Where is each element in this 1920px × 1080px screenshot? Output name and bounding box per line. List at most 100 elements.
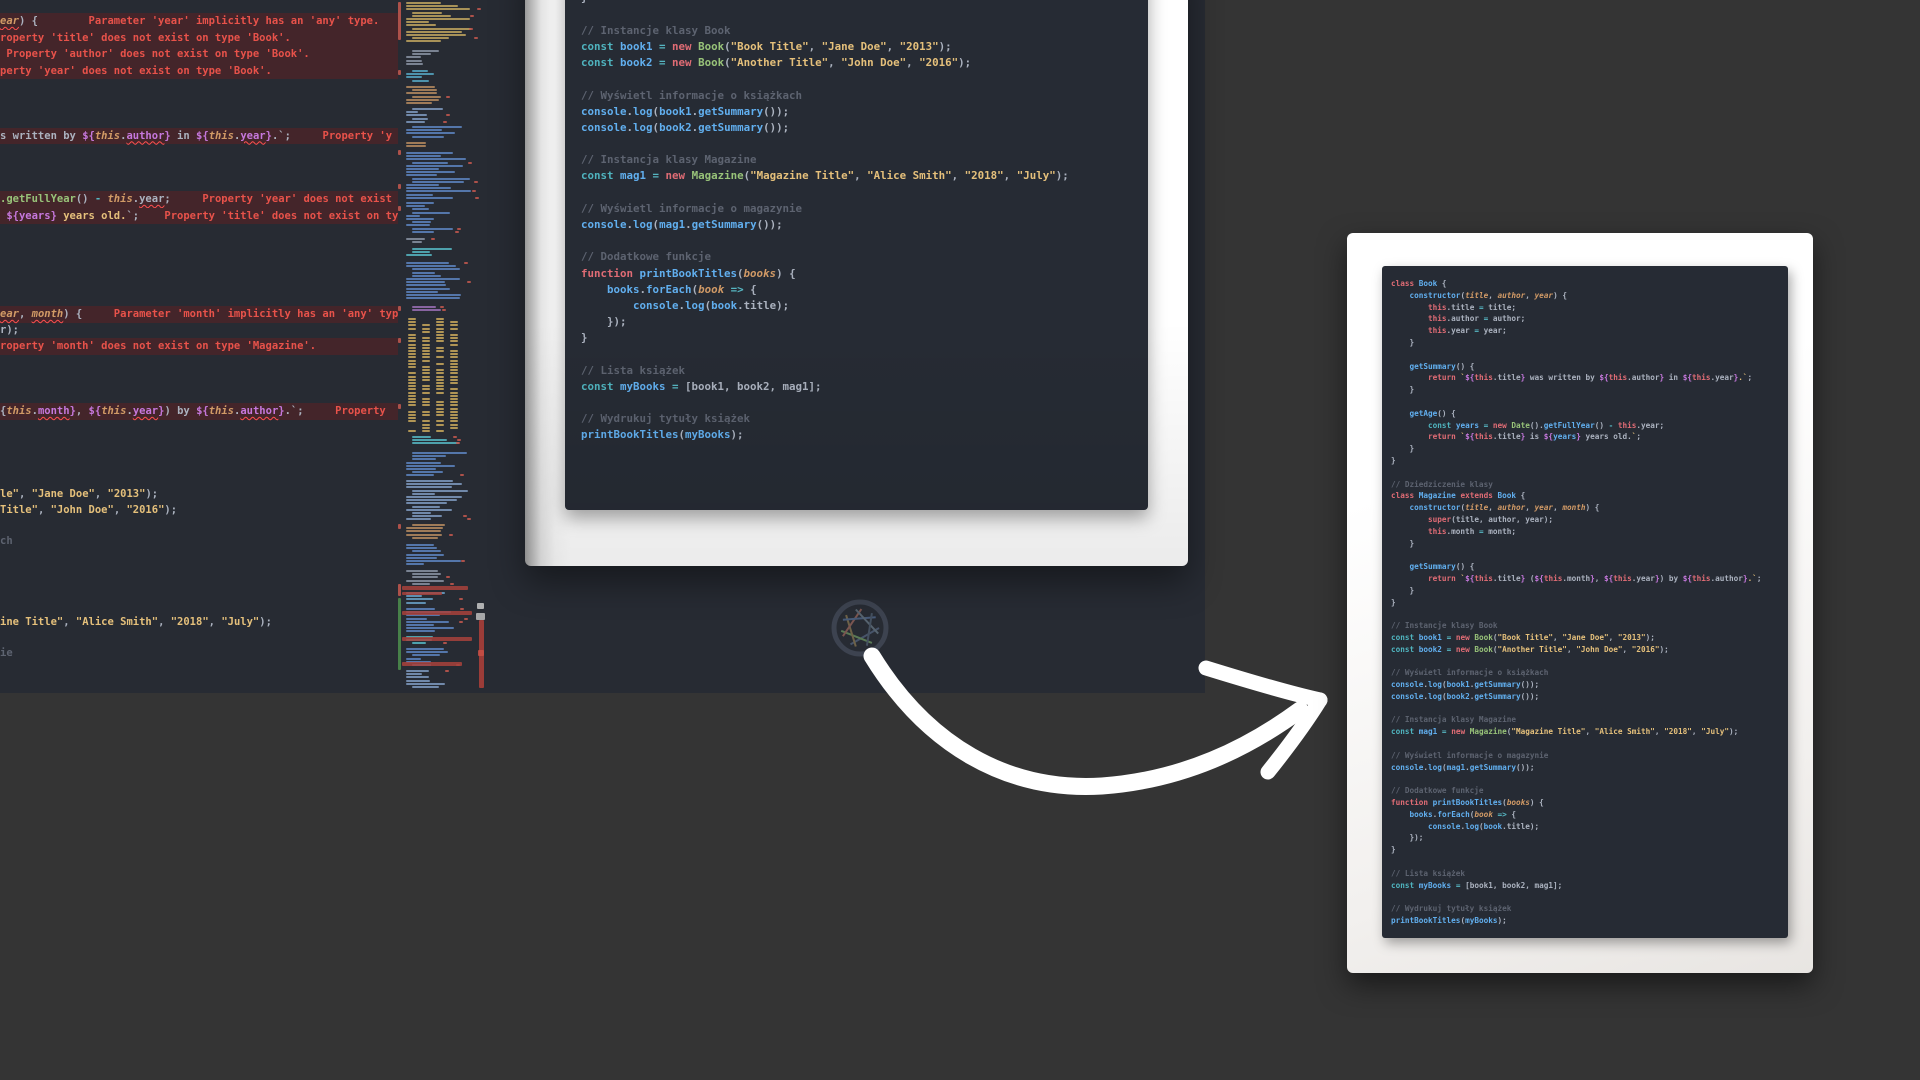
- minimap-mark: [460, 474, 464, 476]
- editor-text-area[interactable]: ear) { Parameter 'year' implicitly has a…: [0, 0, 398, 693]
- minimap-mark: [412, 28, 471, 30]
- code-line: const mag1 = new Magazine("Magazine Titl…: [581, 168, 1101, 184]
- minimap-mark: [412, 524, 445, 526]
- code-line: printBookTitles(myBooks);: [1391, 915, 1761, 927]
- minimap-mark: [412, 268, 460, 270]
- minimap-mark: [408, 328, 416, 330]
- minimap-mark: [406, 63, 423, 65]
- minimap-mark: [422, 369, 430, 371]
- code-line: getSummary() {: [1391, 561, 1761, 573]
- minimap-mark: [408, 388, 416, 390]
- code-line: [581, 71, 1101, 87]
- minimap-mark: [412, 642, 426, 644]
- minimap-mark: [412, 136, 444, 138]
- minimap-mark: [406, 630, 435, 632]
- minimap-mark: [412, 37, 449, 39]
- code-line: console.log(book1.getSummary());: [1391, 679, 1761, 691]
- code-line: [1391, 656, 1761, 668]
- minimap-mark: [412, 80, 429, 82]
- minimap-mark: [406, 99, 439, 101]
- editor-code-line: r);: [0, 322, 398, 339]
- minimap-mark: [412, 241, 422, 243]
- minimap-mark: [457, 228, 461, 230]
- minimap-mark: [450, 321, 458, 323]
- code-line: // Wyświetl informacje o książkach: [581, 88, 1101, 104]
- minimap-mark: [412, 208, 429, 210]
- minimap-mark: [408, 318, 416, 320]
- camera-shutter-icon[interactable]: [826, 594, 894, 662]
- minimap-mark: [398, 150, 401, 155]
- editor-minimap[interactable]: [398, 0, 492, 693]
- code-line: [581, 395, 1101, 411]
- code-line: printBookTitles(myBooks);: [581, 427, 1101, 443]
- editor-code-line: roperty 'title' does not exist on type '…: [0, 30, 398, 47]
- minimap-mark: [408, 379, 416, 381]
- minimap-mark: [408, 395, 416, 397]
- code-line: this.year = year;: [1391, 325, 1761, 337]
- editor-code-line: {this.month}, ${this.year}) by ${this.au…: [0, 403, 398, 420]
- minimap-mark: [412, 455, 446, 457]
- minimap-mark: [408, 334, 416, 336]
- minimap-mark: [412, 162, 448, 164]
- minimap-mark: [412, 126, 462, 128]
- code-line: [581, 347, 1101, 363]
- minimap-mark: [408, 382, 416, 384]
- minimap-mark: [461, 560, 465, 562]
- minimap-mark: [408, 401, 416, 403]
- minimap-mark: [464, 618, 468, 620]
- minimap-mark: [406, 114, 427, 116]
- minimap-mark: [443, 121, 447, 123]
- minimap-mark: [406, 544, 434, 546]
- minimap-mark: [406, 563, 424, 565]
- minimap-mark: [422, 385, 430, 387]
- minimap-mark: [436, 372, 444, 374]
- code-line: // Wyświetl informacje o książkach: [1391, 667, 1761, 679]
- minimap-mark: [406, 262, 449, 264]
- minimap-mark: [440, 306, 444, 308]
- code-line: constructor(title, author, year, month) …: [1391, 502, 1761, 514]
- minimap-mark: [412, 275, 441, 277]
- center-snapshot-polaroid: return `${this.title} (${this.month}, ${…: [525, 0, 1188, 566]
- minimap-mark: [422, 411, 430, 413]
- code-line: class Magazine extends Book {: [1391, 490, 1761, 502]
- minimap-mark: [406, 683, 445, 685]
- minimap-mark: [406, 673, 422, 675]
- minimap-mark: [406, 197, 453, 199]
- code-line: console.log(book1.getSummary());: [581, 104, 1101, 120]
- minimap-mark: [398, 70, 401, 75]
- minimap-mark: [406, 145, 426, 147]
- minimap-mark: [406, 60, 422, 62]
- minimap-mark: [470, 15, 474, 17]
- minimap-mark: [408, 366, 416, 368]
- minimap-mark: [406, 676, 429, 678]
- minimap-mark: [450, 414, 458, 416]
- minimap-mark: [406, 580, 444, 582]
- code-line: getAge() {: [1391, 408, 1761, 420]
- code-line: constructor(title, author, year) {: [1391, 290, 1761, 302]
- minimap-mark: [412, 686, 439, 688]
- canvas-background: ear) { Parameter 'year' implicitly has a…: [0, 0, 1920, 1080]
- code-line: }: [1391, 337, 1761, 349]
- editor-code-line: s written by ${this.author} in ${this.ye…: [0, 128, 398, 145]
- editor-code-line: perty 'year' does not exist on type 'Boo…: [0, 63, 398, 80]
- code-line: }: [1391, 538, 1761, 550]
- minimap-mark: [406, 121, 425, 123]
- editor-code-line: ch: [0, 533, 398, 550]
- code-line: const book2 = new Book("Another Title", …: [581, 55, 1101, 71]
- minimap-mark: [406, 557, 437, 559]
- minimap-mark: [450, 417, 458, 419]
- minimap-mark: [412, 436, 431, 438]
- code-line: // Instancja klasy Magazine: [1391, 714, 1761, 726]
- minimap-mark: [406, 486, 452, 488]
- minimap-mark: [450, 344, 458, 346]
- minimap-mark: [406, 651, 448, 653]
- code-line: const myBooks = [book1, book2, mag1];: [1391, 880, 1761, 892]
- code-line: return `${this.title} (${this.month}, ${…: [1391, 573, 1761, 585]
- minimap-mark: [406, 238, 425, 240]
- minimap-mark: [406, 680, 430, 682]
- code-line: // Wydrukuj tytuły książek: [1391, 903, 1761, 915]
- minimap-mark: [436, 424, 444, 426]
- minimap-mark: [408, 360, 416, 362]
- minimap-mark: [450, 363, 458, 365]
- minimap-mark: [408, 321, 416, 323]
